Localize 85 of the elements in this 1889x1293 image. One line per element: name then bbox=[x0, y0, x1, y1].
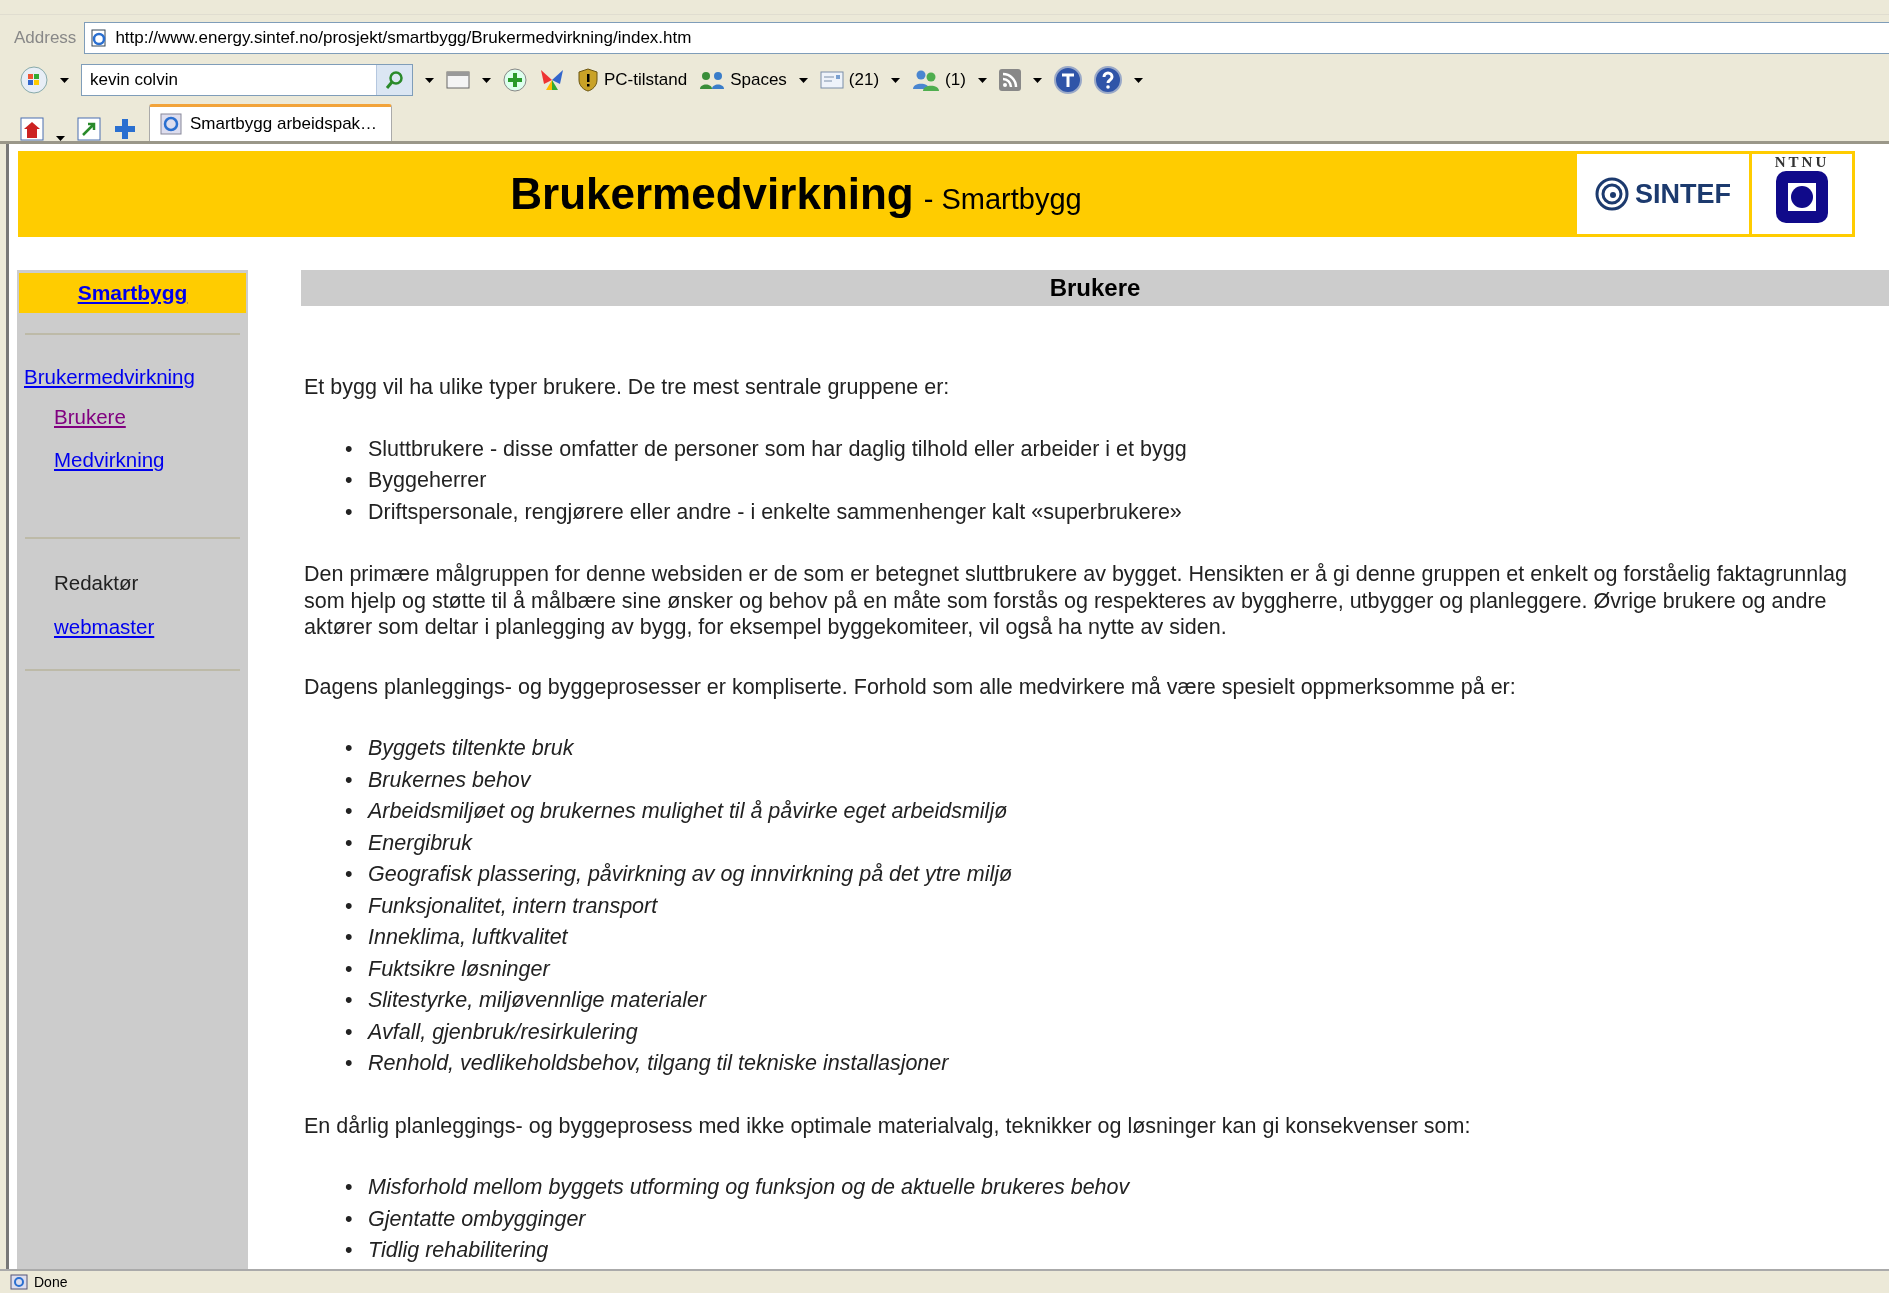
dropdown-caret-icon[interactable] bbox=[798, 77, 808, 83]
window-icon[interactable] bbox=[446, 71, 470, 89]
bullet: • bbox=[345, 735, 354, 762]
paragraph: Et bygg vil ha ulike typer brukere. De tre mest sentrale gruppene er: bbox=[304, 374, 951, 401]
nav-link[interactable]: Medvirkning bbox=[54, 448, 165, 472]
help-icon[interactable] bbox=[1093, 66, 1122, 94]
webmaster-link[interactable]: webmaster bbox=[54, 615, 155, 639]
bullet: • bbox=[345, 924, 354, 951]
list-item: Energibruk bbox=[367, 829, 474, 857]
search-field[interactable]: kevin colvin bbox=[81, 64, 413, 96]
windows-logo-icon[interactable] bbox=[20, 66, 48, 94]
bullet: • bbox=[345, 955, 354, 983]
toolbar-button[interactable]: (1) bbox=[912, 69, 966, 91]
plus-icon[interactable] bbox=[503, 68, 527, 92]
bullet: • bbox=[345, 798, 354, 825]
dropdown-caret-icon[interactable] bbox=[1032, 77, 1042, 83]
nav-link[interactable]: Brukere bbox=[54, 405, 126, 429]
bullet: • bbox=[345, 498, 354, 526]
list-item: Slitestyrke, miljøvennlige materialer bbox=[367, 987, 708, 1014]
list-item: Avfall, gjenbruk/resirkulering bbox=[367, 1018, 639, 1046]
bullet: • bbox=[345, 766, 354, 794]
browser-tab[interactable]: Smartbygg arbeidspak… bbox=[149, 104, 393, 141]
bullet: • bbox=[345, 1174, 354, 1201]
bullet: • bbox=[345, 829, 354, 857]
mail-icon bbox=[819, 71, 844, 89]
list-item: Misforhold mellom byggets utforming og funksjon og de aktuelle brukeres behov bbox=[367, 1174, 1131, 1201]
home-icon[interactable] bbox=[20, 117, 44, 141]
bullet: • bbox=[345, 1050, 354, 1077]
paragraph: En dårlig planleggings- og byggeprosess med ikke optimale materialvalg, teknikker og løsninger kan gi konsekvenser som: bbox=[304, 1112, 1472, 1139]
butterfly-icon[interactable] bbox=[539, 68, 565, 92]
list-item: Sluttbrukere - disse omfatter de personer som har daglig tilhold eller arbeider i et bygg bbox=[367, 435, 1188, 463]
tab-list-icon[interactable] bbox=[77, 117, 101, 141]
list-item: Gjentatte ombygginger bbox=[367, 1205, 587, 1233]
dropdown-caret-icon[interactable] bbox=[60, 77, 69, 83]
editor-label: Redaktør bbox=[54, 571, 139, 595]
list-item: Fuktsikre løsninger bbox=[367, 955, 552, 983]
toolbar-button[interactable]: (21) bbox=[819, 70, 880, 90]
dropdown-caret-icon[interactable] bbox=[482, 77, 491, 83]
list-item: Funksjonalitet, intern transport bbox=[367, 892, 659, 920]
list-item: Renhold, vedlikeholdsbehov, tilgang til tekniske installasjoner bbox=[367, 1050, 950, 1077]
bullet: • bbox=[345, 1205, 354, 1233]
bullet: • bbox=[345, 435, 354, 463]
site-title: Brukermedvirkning bbox=[510, 169, 914, 218]
new-tab-plus-icon[interactable] bbox=[113, 117, 137, 141]
site-subtitle: - Smartbygg bbox=[923, 183, 1082, 215]
address-label: Address bbox=[14, 28, 77, 48]
page-status-icon bbox=[10, 1274, 28, 1290]
dropdown-caret-icon[interactable] bbox=[891, 77, 901, 83]
list-item: Byggets tiltenkte bruk bbox=[367, 735, 575, 762]
rss-icon[interactable] bbox=[998, 69, 1021, 91]
dropdown-caret-icon[interactable] bbox=[1133, 77, 1143, 83]
sintef-logo: SINTEF bbox=[1577, 154, 1749, 234]
dropdown-caret-icon[interactable] bbox=[425, 77, 434, 83]
bullet: • bbox=[345, 1237, 354, 1264]
nav-link[interactable]: Brukermedvirkning bbox=[24, 365, 195, 389]
contacts-icon bbox=[912, 69, 941, 91]
list-item: Inneklima, luftkvalitet bbox=[367, 924, 569, 951]
list-item: Driftspersonale, rengjørere eller andre - i enkelte sammenhenger kalt «superbrukere» bbox=[367, 498, 1183, 526]
section-heading: Brukere bbox=[301, 270, 1889, 306]
dropdown-caret-icon[interactable] bbox=[56, 136, 65, 141]
dropdown-caret-icon[interactable] bbox=[977, 77, 987, 83]
list-item: Geografisk plassering, påvirkning av og innvirkning på det ytre miljø bbox=[367, 861, 1014, 888]
home-link[interactable]: Smartbygg bbox=[19, 273, 246, 313]
ntnu-logo: NTNU bbox=[1752, 154, 1852, 234]
bullet: • bbox=[345, 467, 354, 494]
people-icon bbox=[699, 70, 726, 90]
paragraph: Den primære målgruppen for denne websiden er de som er betegnet sluttbrukere av bygget. Hensikten er å gi denne gruppen et enkelt og forståelig faktagrunnlag som hjelp og støtte til å målbære sine ønsker og behov på en måte som forstås og respekteres av byggherre, utbygger og planleggere. Øvrige brukere og andre aktører som deltar i planlegging av bygg, for eksempel byggekomiteer, vil også ha nytte av siden. bbox=[304, 561, 1848, 641]
research-icon[interactable] bbox=[1053, 66, 1082, 94]
page-icon bbox=[160, 113, 182, 135]
toolbar-button[interactable]: PC-tilstand bbox=[577, 68, 688, 92]
list-item: Arbeidsmiljøet og brukernes mulighet til å påvirke eget arbeidsmiljø bbox=[367, 798, 1009, 825]
list-item: Byggeherrer bbox=[367, 467, 488, 494]
bullet: • bbox=[345, 1018, 354, 1046]
toolbar-button[interactable]: Spaces bbox=[699, 70, 787, 90]
list-item: Tidlig rehabilitering bbox=[367, 1237, 550, 1264]
bullet: • bbox=[345, 861, 354, 888]
search-icon bbox=[384, 70, 405, 90]
shield-icon bbox=[577, 68, 599, 92]
status-text: Done bbox=[34, 1274, 68, 1290]
bullet: • bbox=[345, 987, 354, 1014]
address-field[interactable]: http://www.energy.sintef.no/prosjekt/smartbygg/Brukermedvirkning/index.htm bbox=[84, 22, 1889, 54]
search-button[interactable] bbox=[376, 65, 412, 95]
list-item: Brukernes behov bbox=[367, 766, 533, 794]
bullet: • bbox=[345, 892, 354, 920]
paragraph: Dagens planleggings- og byggeprosesser er kompliserte. Forhold som alle medvirkere må være spesielt oppmerksomme på er: bbox=[304, 673, 1517, 700]
